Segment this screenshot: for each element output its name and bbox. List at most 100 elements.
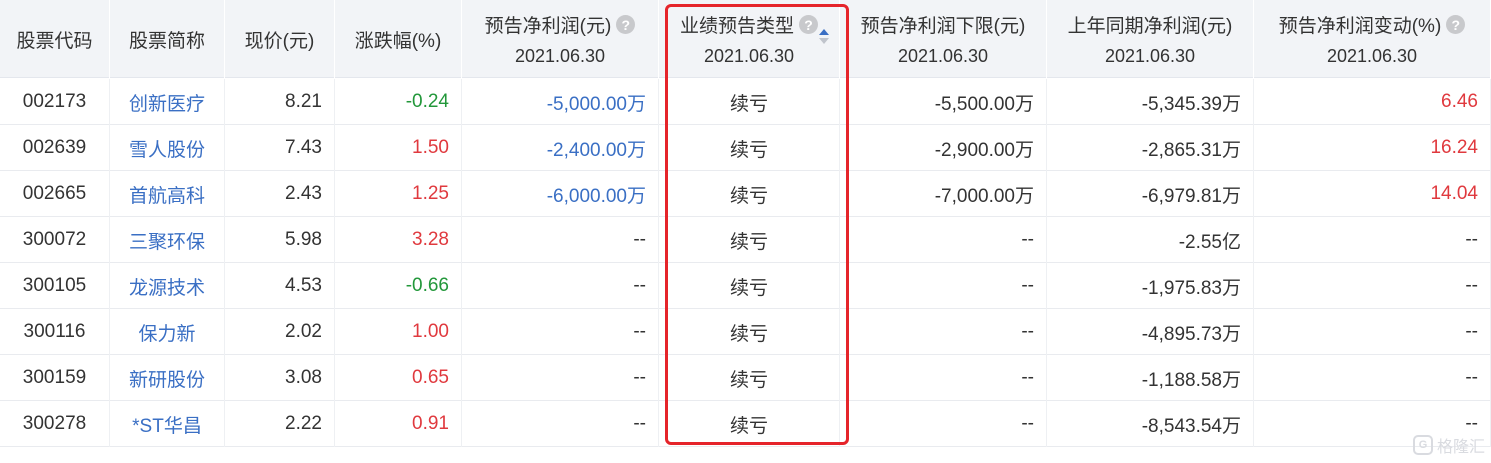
cell-forecast-lower: -5,500.00万 — [840, 79, 1047, 125]
cell-price: 4.53 — [225, 263, 335, 309]
header-last-year-profit[interactable]: 上年同期净利润(元) 2021.06.30 — [1047, 0, 1254, 78]
cell-forecast-type: 续亏 — [659, 309, 840, 355]
cell-forecast-profit: -6,000.00万 — [462, 171, 659, 217]
cell-forecast-type: 续亏 — [659, 125, 840, 171]
cell-stock-name-link[interactable]: *ST华昌 — [110, 401, 225, 447]
cell-change-pct: -0.66 — [335, 263, 462, 309]
cell-last-year-profit: -5,345.39万 — [1047, 79, 1254, 125]
header-forecast-profit-label: 预告净利润(元) — [484, 16, 612, 37]
header-change-pct[interactable]: 涨跌幅(%) — [335, 0, 462, 78]
cell-change-pct: 0.65 — [335, 355, 462, 401]
cell-stock-name-link[interactable]: 创新医疗 — [110, 79, 225, 125]
cell-forecast-profit: -- — [462, 309, 659, 355]
help-icon[interactable]: ? — [799, 15, 818, 34]
header-forecast-profit[interactable]: 预告净利润(元)? 2021.06.30 — [462, 0, 659, 78]
cell-stock-code: 300072 — [0, 217, 110, 263]
cell-forecast-type: 续亏 — [659, 401, 840, 447]
header-date: 2021.06.30 — [1104, 46, 1196, 66]
cell-forecast-profit: -5,000.00万 — [462, 79, 659, 125]
cell-stock-name-link[interactable]: 首航高科 — [110, 171, 225, 217]
cell-stock-code: 002173 — [0, 79, 110, 125]
cell-profit-change: -- — [1254, 263, 1491, 309]
cell-stock-code: 300105 — [0, 263, 110, 309]
table-row[interactable]: 300116 保力新 2.02 1.00 -- 续亏 -- -4,895.73万 -- — [0, 309, 1491, 355]
cell-stock-name-link[interactable]: 三聚环保 — [110, 217, 225, 263]
cell-last-year-profit: -6,979.81万 — [1047, 171, 1254, 217]
cell-change-pct: 1.25 — [335, 171, 462, 217]
watermark-text: 格隆汇 — [1436, 439, 1485, 456]
cell-price: 3.08 — [225, 355, 335, 401]
cell-forecast-type: 续亏 — [659, 217, 840, 263]
cell-last-year-profit: -2,865.31万 — [1047, 125, 1254, 171]
cell-profit-change: -- — [1254, 309, 1491, 355]
cell-forecast-lower: -2,900.00万 — [840, 125, 1047, 171]
cell-forecast-type: 续亏 — [659, 263, 840, 309]
cell-forecast-profit: -- — [462, 217, 659, 263]
watermark: G 格隆汇 — [1412, 433, 1485, 457]
cell-stock-code: 300116 — [0, 309, 110, 355]
cell-price: 2.43 — [225, 171, 335, 217]
cell-last-year-profit: -2.55亿 — [1047, 217, 1254, 263]
cell-stock-name-link[interactable]: 新研股份 — [110, 355, 225, 401]
cell-price: 7.43 — [225, 125, 335, 171]
table-header: 股票代码 股票简称 现价(元) 涨跌幅(%) 预告净利润(元)? 2021.06… — [0, 0, 1491, 78]
cell-profit-change: -- — [1254, 355, 1491, 401]
cell-price: 8.21 — [225, 79, 335, 125]
cell-profit-change: -- — [1254, 217, 1491, 263]
cell-forecast-profit: -2,400.00万 — [462, 125, 659, 171]
table-row[interactable]: 002639 雪人股份 7.43 1.50 -2,400.00万 续亏 -2,900.00万… — [0, 125, 1491, 171]
cell-last-year-profit: -1,975.83万 — [1047, 263, 1254, 309]
header-price[interactable]: 现价(元) — [225, 0, 335, 78]
cell-forecast-lower: -7,000.00万 — [840, 171, 1047, 217]
watermark-logo-icon: G — [1412, 435, 1433, 455]
cell-forecast-lower: -- — [840, 309, 1047, 355]
cell-price: 5.98 — [225, 217, 335, 263]
table-row[interactable]: 002665 首航高科 2.43 1.25 -6,000.00万 续亏 -7,000.00万… — [0, 171, 1491, 217]
cell-profit-change: 16.24 — [1254, 125, 1491, 171]
help-icon[interactable]: ? — [1446, 15, 1466, 34]
sort-icon[interactable] — [819, 29, 829, 47]
header-stock-name[interactable]: 股票简称 — [110, 0, 225, 78]
header-forecast-lower[interactable]: 预告净利润下限(元) 2021.06.30 — [840, 0, 1047, 78]
cell-change-pct: 0.91 — [335, 401, 462, 447]
cell-forecast-type: 续亏 — [659, 171, 840, 217]
cell-forecast-lower: -- — [840, 401, 1047, 447]
header-forecast-type-label: 业绩预告类型 — [679, 16, 794, 37]
table-body: 002173 创新医疗 8.21 -0.24 -5,000.00万 续亏 -5,500.00… — [0, 79, 1491, 447]
header-profit-change[interactable]: 预告净利润变动(%)? 2021.06.30 — [1254, 0, 1491, 78]
table-row[interactable]: 300278 *ST华昌 2.22 0.91 -- 续亏 -- -8,543.54万 -- — [0, 401, 1491, 447]
header-date: 2021.06.30 — [703, 46, 795, 66]
cell-forecast-lower: -- — [840, 217, 1047, 263]
cell-forecast-lower: -- — [840, 263, 1047, 309]
cell-change-pct: -0.24 — [335, 79, 462, 125]
cell-profit-change: 6.46 — [1254, 79, 1491, 125]
cell-forecast-profit: -- — [462, 355, 659, 401]
cell-stock-name-link[interactable]: 雪人股份 — [110, 125, 225, 171]
header-stock-code[interactable]: 股票代码 — [0, 0, 110, 78]
cell-stock-code: 300159 — [0, 355, 110, 401]
cell-change-pct: 1.00 — [335, 309, 462, 355]
cell-price: 2.02 — [225, 309, 335, 355]
header-date: 2021.06.30 — [897, 46, 989, 66]
cell-stock-name-link[interactable]: 龙源技术 — [110, 263, 225, 309]
table-row[interactable]: 300105 龙源技术 4.53 -0.66 -- 续亏 -- -1,975.83万 -- — [0, 263, 1491, 309]
table-row[interactable]: 300072 三聚环保 5.98 3.28 -- 续亏 -- -2.55亿 -- — [0, 217, 1491, 263]
cell-stock-code: 002639 — [0, 125, 110, 171]
cell-forecast-type: 续亏 — [659, 79, 840, 125]
cell-stock-code: 002665 — [0, 171, 110, 217]
cell-change-pct: 3.28 — [335, 217, 462, 263]
cell-forecast-lower: -- — [840, 355, 1047, 401]
cell-profit-change: 14.04 — [1254, 171, 1491, 217]
cell-forecast-profit: -- — [462, 401, 659, 447]
cell-last-year-profit: -8,543.54万 — [1047, 401, 1254, 447]
header-forecast-type[interactable]: 业绩预告类型? 2021.06.30 — [659, 0, 840, 78]
table-row[interactable]: 002173 创新医疗 8.21 -0.24 -5,000.00万 续亏 -5,500.00… — [0, 79, 1491, 125]
header-date: 2021.06.30 — [514, 46, 606, 66]
table-row[interactable]: 300159 新研股份 3.08 0.65 -- 续亏 -- -1,188.58万 -- — [0, 355, 1491, 401]
cell-stock-name-link[interactable]: 保力新 — [110, 309, 225, 355]
cell-forecast-profit: -- — [462, 263, 659, 309]
cell-forecast-type: 续亏 — [659, 355, 840, 401]
help-icon[interactable]: ? — [616, 15, 636, 34]
header-date: 2021.06.30 — [1326, 46, 1418, 66]
header-profit-change-label: 预告净利润变动(%) — [1278, 16, 1442, 37]
